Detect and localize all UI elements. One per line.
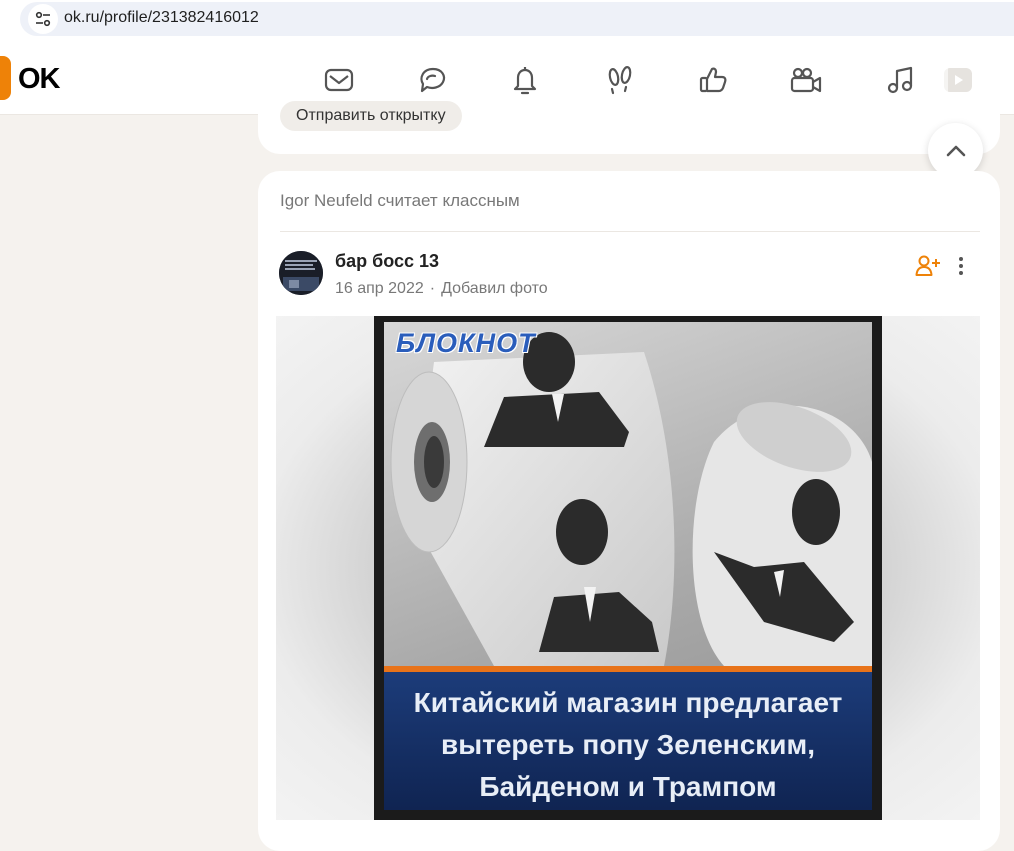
logo-accent <box>0 56 11 100</box>
meta-separator: · <box>429 280 436 297</box>
url-text[interactable]: ok.ru/profile/231382416012 <box>64 9 259 27</box>
add-friend-icon <box>915 255 940 276</box>
caption-line: вытереть попу Зеленским, <box>440 729 815 760</box>
post-photo-container[interactable]: БЛОКНОТ Китайский магазин предлагает выт… <box>276 316 980 820</box>
divider <box>280 231 980 232</box>
bell-icon[interactable] <box>507 62 543 98</box>
thumbs-up-icon[interactable] <box>695 62 731 98</box>
ok-logo[interactable]: OK <box>18 63 60 96</box>
caption-line: Байденом и Трампом <box>479 771 777 802</box>
caption-line: Китайский магазин предлагает <box>413 687 843 718</box>
author-name[interactable]: бар босс 13 <box>335 251 439 272</box>
more-options-button[interactable] <box>948 252 974 280</box>
photo-caption: Китайский магазин предлагает вытереть по… <box>384 682 872 808</box>
post-action: Добавил фото <box>441 280 548 297</box>
chevron-up-icon <box>946 145 965 156</box>
photo-content: БЛОКНОТ Китайский магазин предлагает выт… <box>384 322 872 810</box>
scroll-to-top-button[interactable] <box>928 123 983 178</box>
photo-caption-band: Китайский магазин предлагает вытереть по… <box>384 666 872 810</box>
mail-icon[interactable] <box>321 62 357 98</box>
chat-icon[interactable] <box>414 62 450 98</box>
post-photo[interactable]: БЛОКНОТ Китайский магазин предлагает выт… <box>374 316 882 820</box>
tune-icon[interactable] <box>28 4 58 34</box>
post-activity-text[interactable]: Igor Neufeld считает классным <box>280 191 520 211</box>
send-postcard-button[interactable]: Отправить открытку <box>280 101 462 131</box>
url-field[interactable]: ok.ru/profile/231382416012 <box>20 2 1014 36</box>
footprints-icon[interactable] <box>602 62 638 98</box>
photo-brand-logo: БЛОКНОТ <box>396 328 536 358</box>
author-avatar[interactable] <box>279 251 323 295</box>
post-meta: 16 апр 2022 · Добавил фото <box>335 280 548 298</box>
post-date[interactable]: 16 апр 2022 <box>335 280 424 297</box>
video-camera-icon[interactable] <box>788 62 824 98</box>
video-play-icon[interactable] <box>940 62 974 98</box>
toilet-paper-illustration <box>390 332 872 666</box>
more-vertical-icon <box>959 257 963 275</box>
browser-address-bar: ok.ru/profile/231382416012 <box>0 0 1014 46</box>
music-icon[interactable] <box>882 62 918 98</box>
add-friend-button[interactable] <box>914 252 942 280</box>
